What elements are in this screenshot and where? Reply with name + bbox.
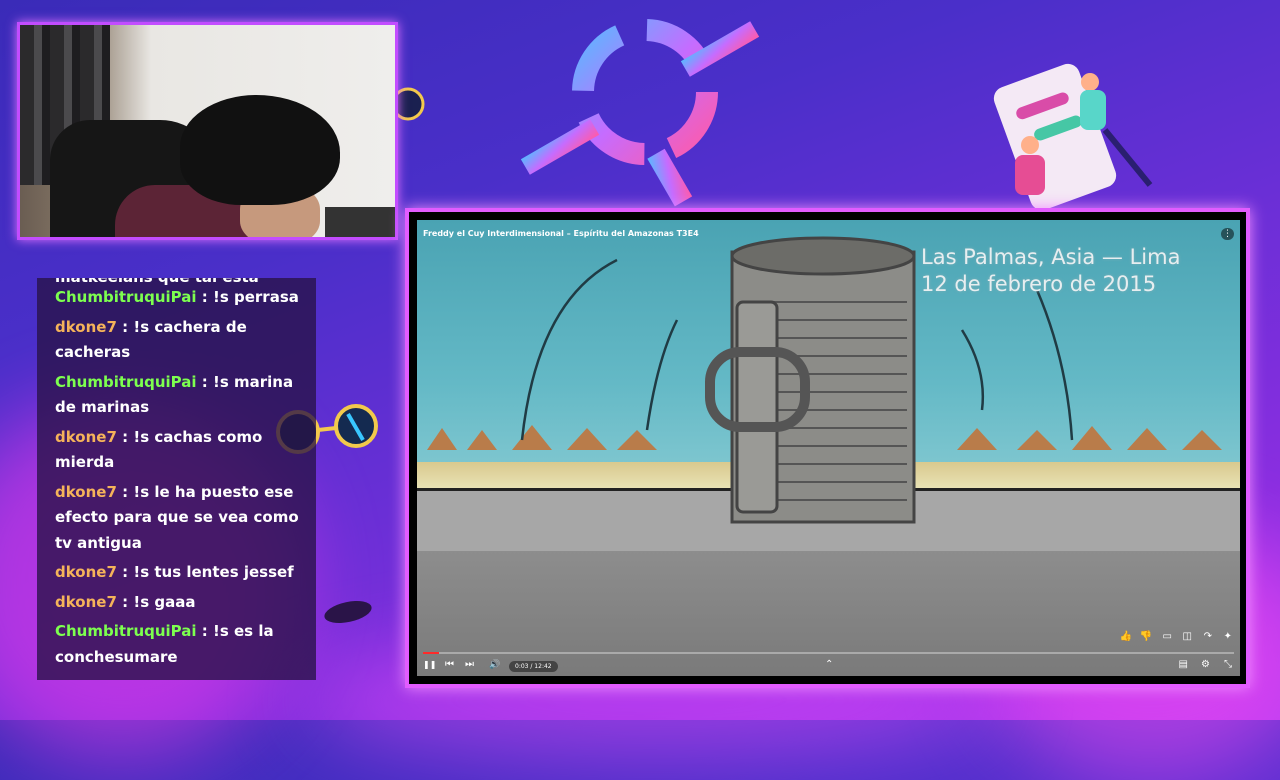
chat-separator: : [196,372,213,391]
chat-separator: : [116,427,134,446]
tin-can [705,236,916,524]
next-icon[interactable]: ⏭ [465,659,474,671]
chat-message: dkone7 : !s tus lentes jessef [55,560,304,586]
time-display: 0:03 / 12:42 [509,661,558,672]
video-frame[interactable]: Freddy el Cuy Interdimensional – Espírit… [417,220,1240,676]
chat-username[interactable]: ChumbitruquiPai [55,288,197,306]
chat-text: !s gaaa [133,592,196,611]
chat-panel: matkeelans que tal esta ChumbitruquiPai … [37,278,316,680]
chat-text: !s tus lentes jessef [133,563,294,581]
video-title[interactable]: Freddy el Cuy Interdimensional – Espírit… [423,229,699,238]
chat-message: ChumbitruquiPai : !s el michi es vibras … [55,278,304,281]
pause-icon[interactable]: ❚❚ [423,659,436,671]
chat-username[interactable]: dkone7 [55,563,117,581]
chat-message: dkone7 : !s le ha puesto ese efecto para… [55,480,304,557]
chat-separator: : [116,592,134,611]
captions-icon[interactable]: ▤ [1179,659,1188,671]
chat-separator: : [116,482,134,501]
volume-icon[interactable]: 🔊 [489,659,500,671]
reply-icon[interactable]: ◫ [1183,631,1192,642]
chat-username[interactable]: ChumbitruquiPai [55,622,197,640]
chat-message: dkone7 : !s cachera de cacheras [55,315,304,366]
chat-username[interactable]: dkone7 [55,593,117,611]
chat-separator: : [116,563,134,581]
caption-line-2: 12 de febrero de 2015 [921,272,1157,296]
more-options-icon[interactable]: ⋮ [1221,228,1234,240]
dislike-icon[interactable]: 👎 [1140,631,1152,642]
sparkle-icon[interactable]: ✦ [1224,631,1232,642]
mouse-decoration [324,601,372,623]
player-controls: ❚❚ ⏮ ⏭ 🔊 0:03 / 12:42 ⌃ ▤ ⚙ ⤡ [417,652,1240,676]
chat-username[interactable]: ChumbitruquiPai [55,373,197,391]
settings-icon[interactable]: ⚙ [1201,659,1210,671]
chat-separator: : [196,622,213,640]
previous-icon[interactable]: ⏮ [445,659,454,671]
chat-separator: : [196,288,213,306]
phone-chat-illustration [993,63,1153,210]
fullscreen-icon[interactable]: ⤡ [1224,659,1232,671]
chat-text: !s perrasa [213,288,299,306]
chat-username[interactable]: dkone7 [55,483,117,501]
share-icon[interactable]: ↷ [1204,631,1212,642]
chat-username[interactable]: dkone7 [55,428,117,446]
chat-message: ChumbitruquiPai : !s marina de marinas [55,370,304,421]
chat-message: dkone7 : !s cachas como mierda [55,425,304,476]
comment-icon[interactable]: ▭ [1163,631,1172,642]
chat-message: ChumbitruquiPai : !s es la conchesumare [55,619,304,670]
chat-username[interactable]: dkone7 [55,318,117,336]
webcam-feed [17,22,398,240]
chat-message: dkone7 : !s gaaa [55,590,304,616]
chat-separator: : [116,317,134,336]
like-icon[interactable]: 👍 [1120,631,1132,642]
video-player[interactable]: Freddy el Cuy Interdimensional – Espírit… [405,208,1250,688]
chat-messages: ChumbitruquiPai : !s el michi es vibras … [37,278,316,674]
crosshair-logo [520,19,760,207]
caption-line-1: Las Palmas, Asia — Lima [921,245,1181,269]
expand-icon[interactable]: ⌃ [825,659,833,671]
video-caption: Las Palmas, Asia — Lima 12 de febrero de… [921,244,1180,298]
chat-message: ChumbitruquiPai : !s perrasa [55,285,304,311]
